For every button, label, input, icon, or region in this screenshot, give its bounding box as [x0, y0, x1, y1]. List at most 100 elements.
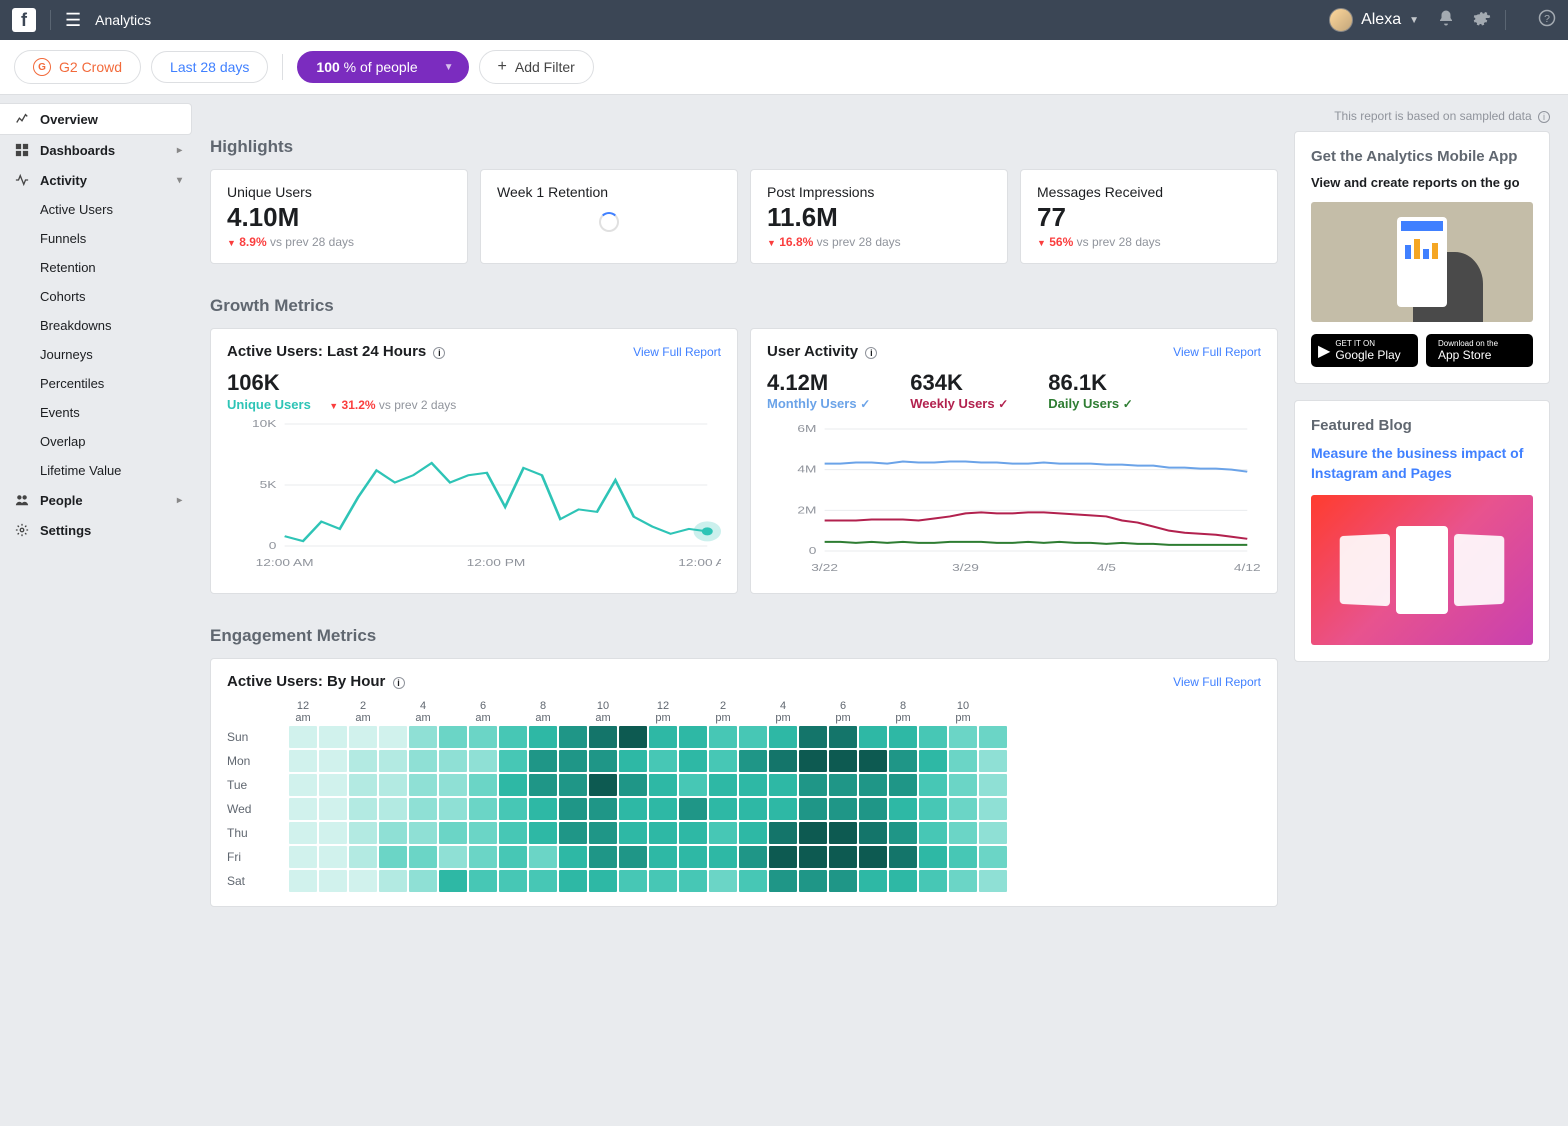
heatmap-cell[interactable] — [619, 870, 647, 892]
heatmap-cell[interactable] — [289, 774, 317, 796]
nav-activity-events[interactable]: Events — [0, 398, 192, 427]
heatmap-cell[interactable] — [469, 846, 497, 868]
heatmap-cell[interactable] — [979, 846, 1007, 868]
heatmap-cell[interactable] — [919, 774, 947, 796]
heatmap-cell[interactable] — [529, 750, 557, 772]
heatmap-cell[interactable] — [409, 774, 437, 796]
heatmap-cell[interactable] — [589, 798, 617, 820]
heatmap-cell[interactable] — [859, 726, 887, 748]
heatmap-cell[interactable] — [619, 846, 647, 868]
heatmap-cell[interactable] — [859, 846, 887, 868]
heatmap-cell[interactable] — [679, 774, 707, 796]
heatmap-cell[interactable] — [769, 798, 797, 820]
heatmap-cell[interactable] — [469, 750, 497, 772]
heatmap-cell[interactable] — [589, 846, 617, 868]
heatmap-cell[interactable] — [799, 846, 827, 868]
nav-settings[interactable]: Settings — [0, 515, 192, 545]
heatmap-cell[interactable] — [829, 774, 857, 796]
heatmap-cell[interactable] — [919, 750, 947, 772]
heatmap-cell[interactable] — [949, 774, 977, 796]
nav-activity-cohorts[interactable]: Cohorts — [0, 282, 192, 311]
heatmap-cell[interactable] — [769, 846, 797, 868]
heatmap-cell[interactable] — [529, 774, 557, 796]
heatmap-cell[interactable] — [379, 726, 407, 748]
facebook-logo[interactable]: f — [12, 8, 36, 32]
heatmap-cell[interactable] — [739, 774, 767, 796]
heatmap-cell[interactable] — [889, 774, 917, 796]
nav-activity-funnels[interactable]: Funnels — [0, 224, 192, 253]
heatmap-cell[interactable] — [529, 726, 557, 748]
heatmap-cell[interactable] — [679, 870, 707, 892]
heatmap-cell[interactable] — [469, 798, 497, 820]
heatmap-cell[interactable] — [919, 846, 947, 868]
heatmap-cell[interactable] — [349, 846, 377, 868]
heatmap-cell[interactable] — [529, 822, 557, 844]
heatmap-cell[interactable] — [919, 870, 947, 892]
heatmap-cell[interactable] — [769, 774, 797, 796]
app-store-button[interactable]: Download on theApp Store — [1426, 334, 1533, 367]
heatmap-cell[interactable] — [499, 726, 527, 748]
heatmap-cell[interactable] — [469, 822, 497, 844]
heatmap-cell[interactable] — [559, 774, 587, 796]
highlight-card[interactable]: Post Impressions11.6M ▼ 16.8% vs prev 28… — [750, 169, 1008, 264]
heatmap-cell[interactable] — [739, 846, 767, 868]
heatmap-cell[interactable] — [499, 846, 527, 868]
heatmap-cell[interactable] — [379, 774, 407, 796]
info-icon[interactable]: i — [433, 347, 445, 359]
heatmap-cell[interactable] — [649, 726, 677, 748]
heatmap-cell[interactable] — [979, 774, 1007, 796]
heatmap-cell[interactable] — [289, 726, 317, 748]
heatmap-cell[interactable] — [919, 822, 947, 844]
heatmap-cell[interactable] — [829, 726, 857, 748]
view-full-report-link[interactable]: View Full Report — [1173, 675, 1261, 689]
audience-filter[interactable]: 100 % of people ▼ — [297, 51, 468, 83]
heatmap-cell[interactable] — [889, 726, 917, 748]
heatmap-cell[interactable] — [799, 870, 827, 892]
heatmap-cell[interactable] — [919, 726, 947, 748]
heatmap-cell[interactable] — [559, 750, 587, 772]
heatmap-cell[interactable] — [949, 846, 977, 868]
nav-dashboards[interactable]: Dashboards ▸ — [0, 135, 192, 165]
heatmap-cell[interactable] — [319, 846, 347, 868]
heatmap-cell[interactable] — [679, 846, 707, 868]
google-play-button[interactable]: ▶ GET IT ONGoogle Play — [1311, 334, 1418, 367]
heatmap-cell[interactable] — [679, 798, 707, 820]
heatmap-cell[interactable] — [379, 870, 407, 892]
heatmap-cell[interactable] — [409, 798, 437, 820]
heatmap-cell[interactable] — [649, 870, 677, 892]
heatmap-cell[interactable] — [979, 798, 1007, 820]
heatmap-cell[interactable] — [439, 774, 467, 796]
heatmap-cell[interactable] — [889, 750, 917, 772]
heatmap-cell[interactable] — [469, 870, 497, 892]
heatmap-cell[interactable] — [439, 822, 467, 844]
heatmap-cell[interactable] — [529, 798, 557, 820]
heatmap-cell[interactable] — [979, 822, 1007, 844]
heatmap-cell[interactable] — [949, 750, 977, 772]
heatmap-cell[interactable] — [619, 726, 647, 748]
heatmap-cell[interactable] — [319, 774, 347, 796]
heatmap-cell[interactable] — [319, 822, 347, 844]
heatmap-cell[interactable] — [619, 774, 647, 796]
heatmap-cell[interactable] — [709, 774, 737, 796]
heatmap-cell[interactable] — [859, 750, 887, 772]
view-full-report-link[interactable]: View Full Report — [633, 345, 721, 359]
heatmap-cell[interactable] — [409, 822, 437, 844]
heatmap-cell[interactable] — [319, 870, 347, 892]
nav-activity-overlap[interactable]: Overlap — [0, 427, 192, 456]
heatmap-cell[interactable] — [289, 822, 317, 844]
heatmap-cell[interactable] — [559, 726, 587, 748]
heatmap-cell[interactable] — [949, 870, 977, 892]
info-icon[interactable]: i — [393, 677, 405, 689]
heatmap-cell[interactable] — [589, 726, 617, 748]
heatmap-cell[interactable] — [799, 726, 827, 748]
heatmap-cell[interactable] — [739, 870, 767, 892]
heatmap-cell[interactable] — [559, 798, 587, 820]
heatmap-cell[interactable] — [889, 870, 917, 892]
heatmap-cell[interactable] — [649, 774, 677, 796]
heatmap-cell[interactable] — [709, 726, 737, 748]
heatmap-cell[interactable] — [649, 750, 677, 772]
info-icon[interactable]: i — [1538, 111, 1550, 123]
heatmap-cell[interactable] — [589, 822, 617, 844]
heatmap-cell[interactable] — [529, 870, 557, 892]
heatmap-cell[interactable] — [859, 870, 887, 892]
